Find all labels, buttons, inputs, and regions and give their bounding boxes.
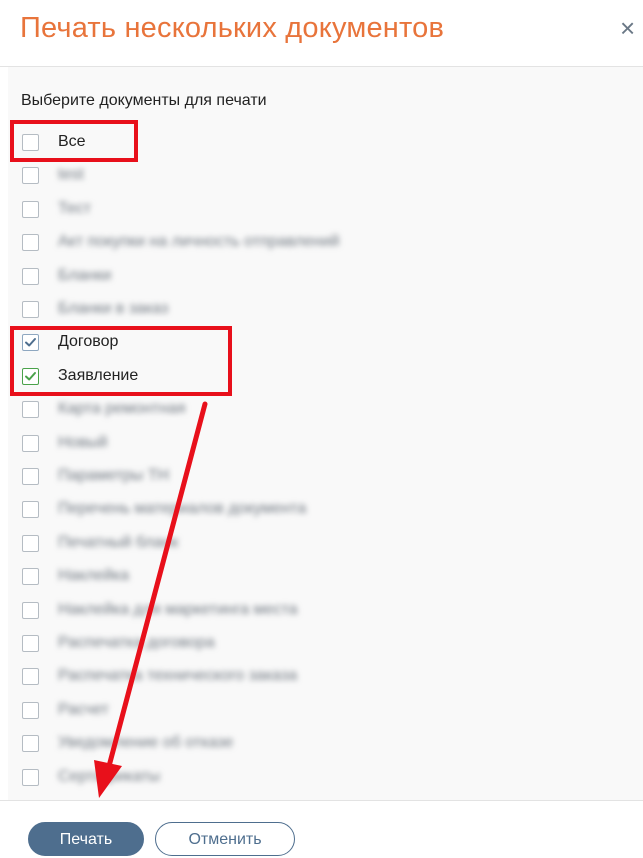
cancel-button[interactable]: Отменить (155, 822, 295, 856)
arrow-annotation (94, 401, 208, 798)
print-button[interactable]: Печать (28, 822, 144, 856)
